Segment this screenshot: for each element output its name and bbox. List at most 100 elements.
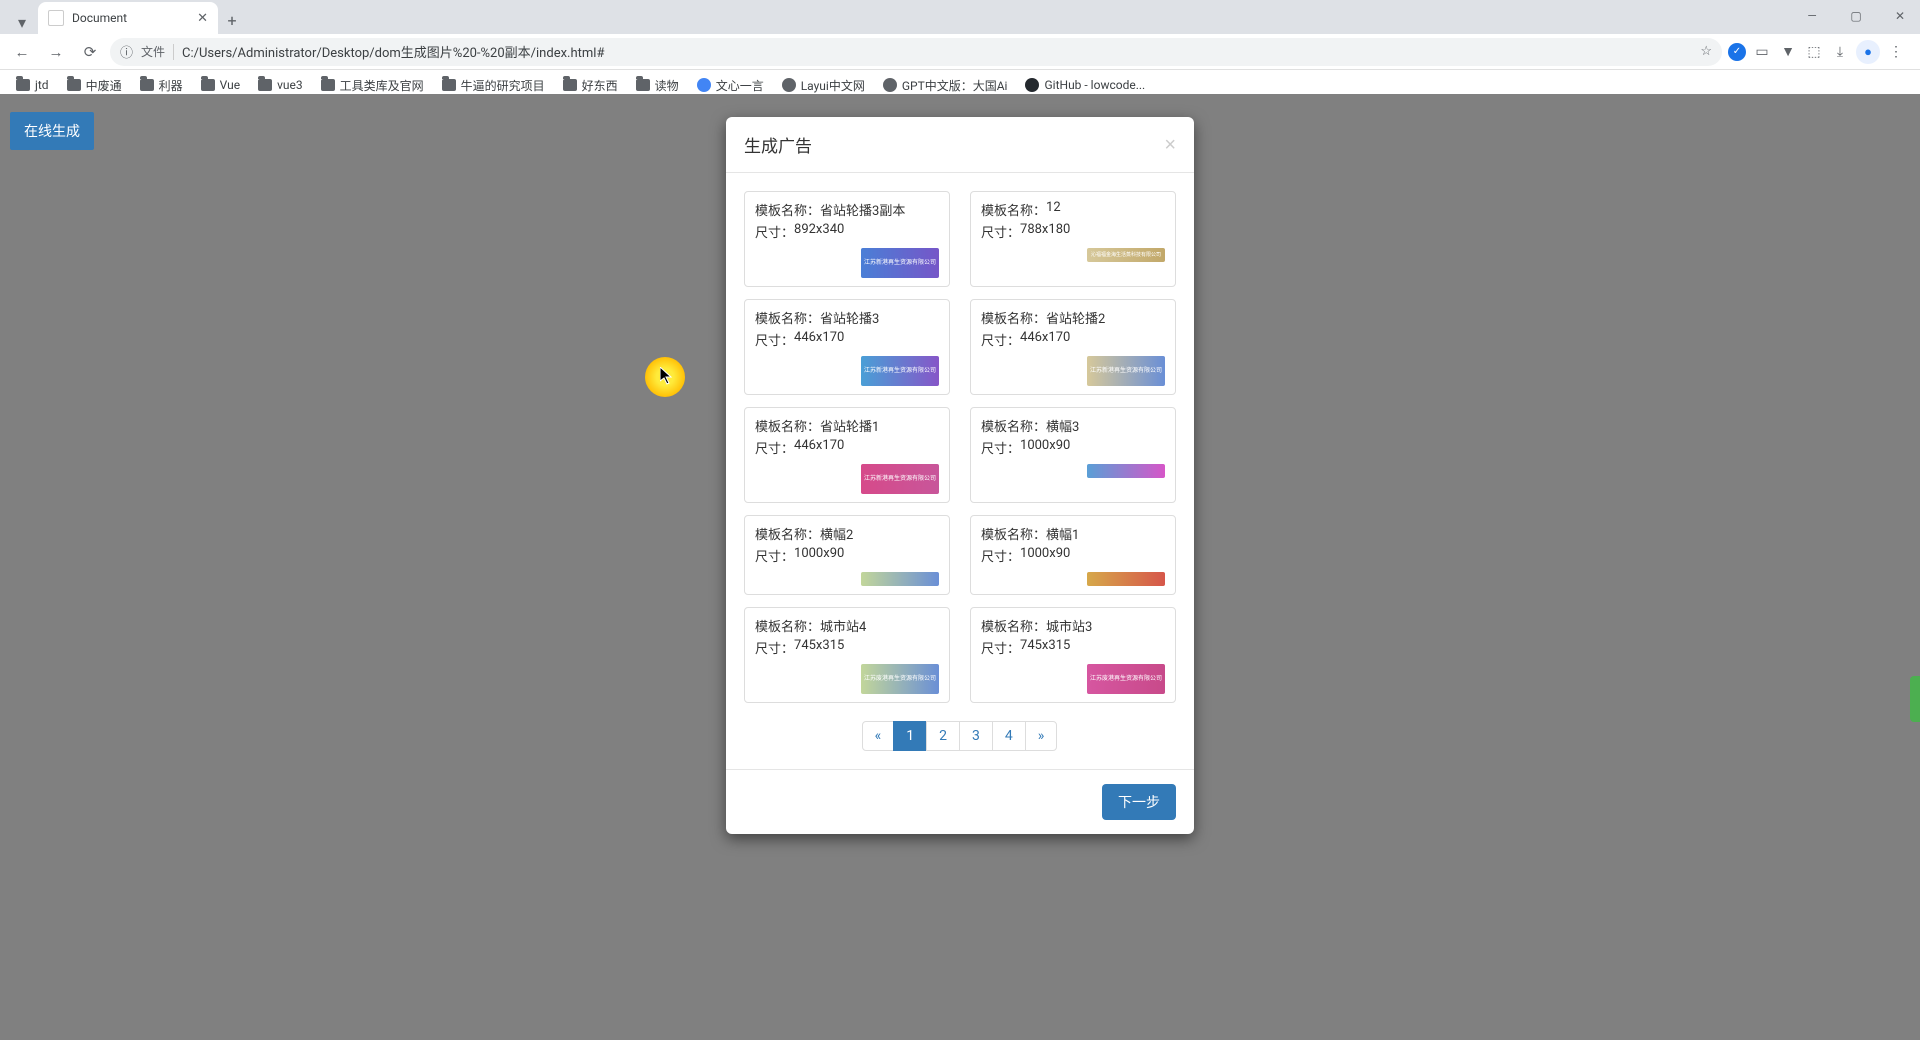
bookmark-item[interactable]: Vue [195,76,246,94]
back-button[interactable]: ← [8,38,36,66]
filter-icon[interactable]: ▼ [1778,42,1798,62]
modal-body: 模板名称：省站轮播3副本尺寸：892x340江苏新港再生资源有限公司模板名称：1… [726,173,1194,769]
new-tab-button[interactable]: + [218,6,246,34]
bookmark-label: 工具类库及官网 [340,77,424,94]
bookmark-star-icon[interactable]: ☆ [1700,44,1712,59]
folder-icon [201,79,215,91]
template-size-value: 446x170 [794,438,844,457]
pagination-page[interactable]: 4 [992,721,1026,751]
pagination-page[interactable]: 3 [959,721,993,751]
bookmark-item[interactable]: 中废通 [61,75,128,96]
template-name-value: 省站轮播3副本 [820,200,905,219]
bookmark-item[interactable]: jtd [10,76,55,94]
template-name-value: 省站轮播3 [820,308,879,327]
github-icon [1025,78,1039,92]
template-size-label: 尺寸： [755,222,794,241]
browser-tab[interactable]: Document ✕ [38,2,218,34]
folder-icon [16,79,30,91]
reader-icon[interactable]: ▭ [1752,42,1772,62]
template-name-label: 模板名称： [755,308,820,327]
template-size-value: 446x170 [1020,330,1070,349]
tab-title: Document [72,11,127,25]
template-name-label: 模板名称： [981,616,1046,635]
template-size-label: 尺寸： [981,638,1020,657]
tab-strip: ▾ Document ✕ + [0,0,1920,34]
bookmark-item[interactable]: 工具类库及官网 [315,75,430,96]
template-card[interactable]: 模板名称：城市站4尺寸：745x315江苏废港再生资源有限公司 [744,607,950,703]
template-thumbnail: 江苏新港再生资源有限公司 [861,464,939,494]
bookmark-item[interactable]: GitHub - lowcode... [1019,76,1151,94]
bookmark-label: 利器 [159,77,183,94]
template-size-value: 892x340 [794,222,844,241]
extensions-icon[interactable]: ⬚ [1804,42,1824,62]
tab-search-dropdown[interactable]: ▾ [10,10,34,34]
template-name-label: 模板名称： [755,200,820,219]
modal-footer: 下一步 [726,769,1194,834]
template-size-label: 尺寸： [755,546,794,565]
template-size-value: 788x180 [1020,222,1070,241]
template-card[interactable]: 模板名称：横幅3尺寸：1000x90 [970,407,1176,503]
bookmark-item[interactable]: GPT中文版：大国Ai [877,75,1014,96]
bookmark-label: GitHub - lowcode... [1044,78,1145,92]
folder-icon [321,79,335,91]
template-size-label: 尺寸： [755,330,794,349]
toolbar-right: ✓ ▭ ▼ ⬚ ⤓ ● ⋮ [1728,40,1912,64]
folder-icon [563,79,577,91]
template-size-value: 1000x90 [1020,438,1070,457]
site-info-icon[interactable]: ⓘ [120,42,133,61]
template-card[interactable]: 模板名称：省站轮播1尺寸：446x170江苏新港再生资源有限公司 [744,407,950,503]
bookmark-item[interactable]: Layui中文网 [776,75,871,96]
bookmark-item[interactable]: 读物 [630,75,685,96]
template-thumbnail: 沁福福金海生活蒸科技有限公司 [1087,248,1165,262]
template-name-value: 省站轮播2 [1046,308,1105,327]
pagination-prev[interactable]: « [862,721,895,751]
tab-close-icon[interactable]: ✕ [197,11,208,26]
template-card[interactable]: 模板名称：省站轮播2尺寸：446x170江苏新港再生资源有限公司 [970,299,1176,395]
pagination-next[interactable]: » [1025,721,1058,751]
template-thumbnail [1087,572,1165,586]
close-window-button[interactable]: ✕ [1886,6,1914,26]
template-card[interactable]: 模板名称：城市站3尺寸：745x315江苏废港再生资源有限公司 [970,607,1176,703]
bookmark-item[interactable]: 利器 [134,75,189,96]
maximize-button[interactable]: ▢ [1842,6,1870,26]
side-indicator [1910,676,1920,722]
check-badge-icon[interactable]: ✓ [1728,43,1746,61]
reload-button[interactable]: ⟳ [76,38,104,66]
template-name-label: 模板名称： [981,308,1046,327]
browser-chrome: ▾ Document ✕ + — ▢ ✕ ← → ⟳ ⓘ 文件 C:/Users… [0,0,1920,94]
template-thumbnail: 江苏新港再生资源有限公司 [861,356,939,386]
page-content: 在线生成 生成广告 × 模板名称：省站轮播3副本尺寸：892x340江苏新港再生… [0,94,1920,1040]
template-card[interactable]: 模板名称：省站轮播3 尺寸：446x170 江苏新港再生资源有限公司 [744,299,950,395]
template-thumbnail: 江苏新港再生资源有限公司 [861,248,939,278]
online-generate-button[interactable]: 在线生成 [10,112,94,150]
folder-icon [258,79,272,91]
bookmark-item[interactable]: 牛逼的研究项目 [436,75,551,96]
template-size-label: 尺寸： [755,438,794,457]
folder-icon [67,79,81,91]
template-name-value: 城市站3 [1046,616,1092,635]
template-size-value: 446x170 [794,330,844,349]
minimize-button[interactable]: — [1798,6,1826,26]
profile-avatar[interactable]: ● [1856,40,1880,64]
pagination-page[interactable]: 2 [926,721,960,751]
bookmark-item[interactable]: vue3 [252,76,309,94]
template-card[interactable]: 模板名称：横幅2尺寸：1000x90 [744,515,950,595]
template-name-label: 模板名称： [755,524,820,543]
address-bar[interactable]: ⓘ 文件 C:/Users/Administrator/Desktop/dom生… [110,38,1722,66]
bookmark-label: GPT中文版：大国Ai [902,77,1008,94]
modal-close-button[interactable]: × [1164,135,1176,155]
template-card[interactable]: 模板名称：省站轮播3副本尺寸：892x340 江苏新港再生资源有限公司 [744,191,950,287]
address-bar-row: ← → ⟳ ⓘ 文件 C:/Users/Administrator/Deskto… [0,34,1920,70]
bookmark-item[interactable]: 文心一言 [691,75,770,96]
downloads-icon[interactable]: ⤓ [1830,42,1850,62]
menu-icon[interactable]: ⋮ [1886,42,1906,62]
bookmark-item[interactable]: 好东西 [557,75,624,96]
site-icon [782,78,796,92]
forward-button[interactable]: → [42,38,70,66]
pagination-page[interactable]: 1 [893,721,927,751]
pagination: «1234» [744,721,1176,751]
template-card[interactable]: 模板名称：横幅1尺寸：1000x90 [970,515,1176,595]
template-card[interactable]: 模板名称：12尺寸：788x180沁福福金海生活蒸科技有限公司 [970,191,1176,287]
next-step-button[interactable]: 下一步 [1102,784,1176,820]
template-size-label: 尺寸： [981,330,1020,349]
